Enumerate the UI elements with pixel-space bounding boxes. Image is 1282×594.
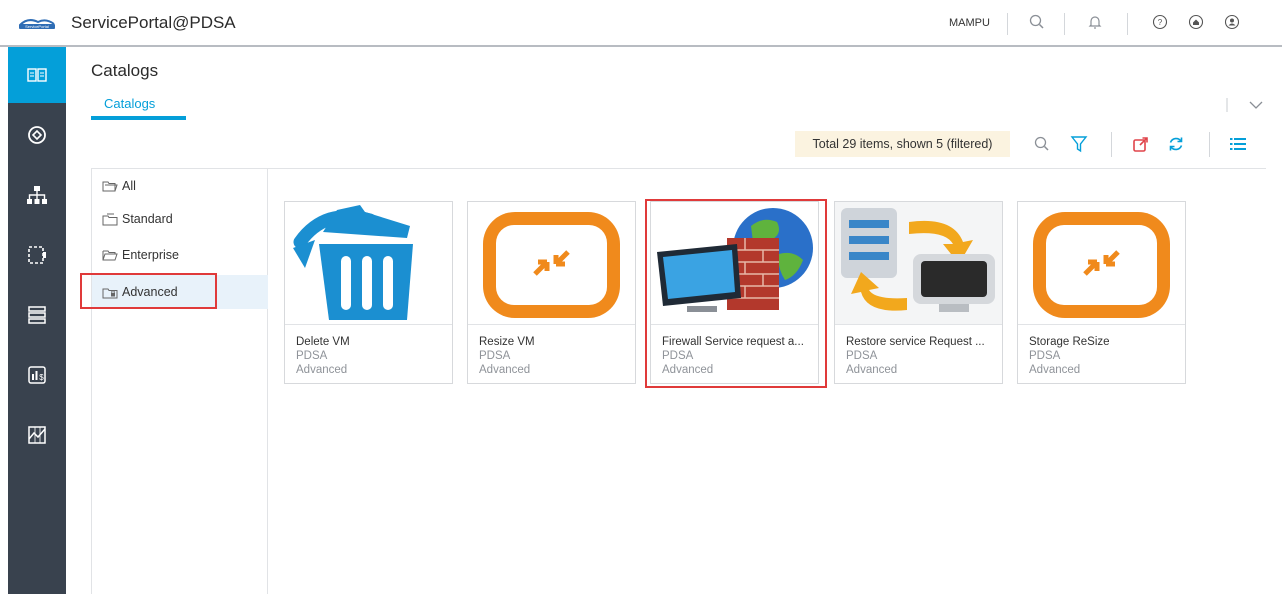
search-icon[interactable] [1026,11,1048,33]
tab-active-indicator [91,116,186,120]
card-category: Advanced [296,364,348,376]
nav-catalogs[interactable] [8,47,66,103]
service-portal-logo[interactable]: ServicePortal [18,16,56,32]
nav-services[interactable] [8,107,66,163]
divider [1111,132,1112,157]
items-summary: Total 29 items, shown 5 (filtered) [795,131,1010,157]
analytics-chart-icon [28,426,46,444]
svg-text:$: $ [39,373,44,382]
divider [1007,13,1008,35]
catalog-card-restore-request[interactable]: Restore service Request ... PDSA Advance… [834,201,1003,384]
services-icon [28,126,46,144]
svg-text:ServicePortal: ServicePortal [25,24,49,29]
nav-analytics[interactable] [8,407,66,463]
nav-resources[interactable] [8,227,66,283]
highlight-box [645,199,827,388]
app-title: ServicePortal@PDSA [71,13,236,32]
filter-icon[interactable] [1068,133,1090,155]
refresh-icon[interactable] [1165,133,1187,155]
tree-item-all[interactable]: All [92,169,268,203]
resize-arrows-image [1018,202,1185,325]
bell-icon[interactable] [1084,11,1106,33]
tree-item-label: Enterprise [122,248,179,262]
tree-item-label: Standard [122,212,173,226]
card-group: PDSA [296,350,328,362]
left-nav: $ [8,47,66,594]
tree-item-enterprise[interactable]: Enterprise [92,238,268,272]
list-view-icon[interactable] [1227,133,1249,155]
catalog-card-resize-vm[interactable]: Resize VM PDSA Advanced [467,201,636,384]
folders-icon [102,181,118,191]
card-category: Advanced [479,364,531,376]
resource-frame-icon [28,246,46,264]
collapse-toggle[interactable] [1226,98,1266,117]
tab-catalogs[interactable]: Catalogs [104,96,155,111]
catalog-card-delete-vm[interactable]: Delete VM PDSA Advanced [284,201,453,384]
top-bar: ServicePortal ServicePortal@PDSA MAMPU ? [0,0,1282,47]
divider [1209,132,1210,157]
nav-servers[interactable] [8,287,66,343]
user-name[interactable]: MAMPU [949,17,990,29]
card-category: Advanced [846,364,898,376]
trash-bin-image [285,202,452,325]
export-icon[interactable] [1130,133,1152,155]
card-name: Restore service Request ... [846,336,985,348]
search-icon[interactable] [1031,133,1053,155]
hierarchy-icon [27,186,47,204]
nav-chargeback[interactable]: $ [8,347,66,403]
card-group: PDSA [1029,350,1061,362]
highlight-box [80,273,217,309]
restore-server-image [835,202,1002,325]
profile-icon[interactable] [1221,11,1243,33]
tree-item-label: All [122,179,136,193]
card-name: Delete VM [296,336,350,348]
card-name: Resize VM [479,336,535,348]
home-icon[interactable] [1185,11,1207,33]
page-title: Catalogs [91,61,159,80]
card-name: Storage ReSize [1029,336,1110,348]
catalog-book-icon [27,68,47,82]
help-icon[interactable]: ? [1149,11,1171,33]
resize-arrows-image [468,202,635,325]
nav-hierarchy[interactable] [8,167,66,223]
card-category: Advanced [1029,364,1081,376]
chevron-down-icon [1249,101,1263,109]
catalog-card-storage-resize[interactable]: Storage ReSize PDSA Advanced [1017,201,1186,384]
card-group: PDSA [479,350,511,362]
chargeback-report-icon: $ [28,366,46,384]
card-group: PDSA [846,350,878,362]
folder-icon [102,213,118,225]
category-tree: All Standard Enterprise Advanced [91,169,268,594]
svg-text:?: ? [1158,18,1163,27]
tree-item-standard[interactable]: Standard [92,202,268,236]
folder-open-icon [102,250,118,260]
divider [1064,13,1065,35]
divider [1127,13,1128,35]
server-stack-icon [28,306,46,324]
